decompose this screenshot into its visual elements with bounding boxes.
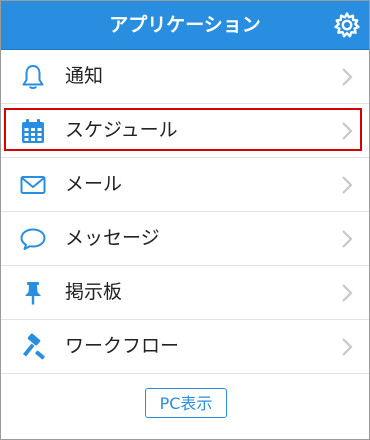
calendar-icon	[22, 119, 44, 143]
menu-item-label: ワークフロー	[65, 335, 180, 357]
menu-item-label: メッセージ	[65, 227, 160, 249]
gavel-icon	[23, 333, 45, 360]
app-header: アプリケーション	[1, 1, 369, 50]
gear-icon[interactable]	[333, 11, 361, 39]
menu-item-notifications[interactable]: 通知	[1, 50, 369, 104]
app-menu: 通知 スケジュール メール メッセージ 掲示板 ワークフロー	[1, 50, 369, 374]
menu-item-label: スケジュール	[65, 119, 178, 141]
menu-item-workflow[interactable]: ワークフロー	[1, 320, 369, 374]
chevron-right-icon	[342, 338, 353, 356]
pc-view-button[interactable]: PC表示	[145, 388, 227, 418]
speech-bubble-icon	[20, 228, 46, 250]
menu-item-message[interactable]: メッセージ	[1, 212, 369, 266]
menu-item-schedule[interactable]: スケジュール	[1, 104, 369, 158]
app-frame: アプリケーション 通知 スケジュール メール メッセージ 掲示板 ワークフロー …	[0, 0, 370, 440]
chevron-right-icon	[342, 176, 353, 194]
page-title: アプリケーション	[109, 14, 261, 36]
chevron-right-icon	[342, 122, 353, 140]
bell-icon	[22, 65, 44, 89]
menu-item-label: メール	[65, 173, 123, 195]
menu-item-label: 掲示板	[65, 281, 123, 303]
menu-item-mail[interactable]: メール	[1, 158, 369, 212]
chevron-right-icon	[342, 284, 353, 302]
menu-item-bulletin-board[interactable]: 掲示板	[1, 266, 369, 320]
mail-icon	[20, 176, 46, 194]
chevron-right-icon	[342, 68, 353, 86]
menu-item-label: 通知	[65, 65, 104, 87]
pushpin-icon	[25, 282, 41, 305]
chevron-right-icon	[342, 230, 353, 248]
